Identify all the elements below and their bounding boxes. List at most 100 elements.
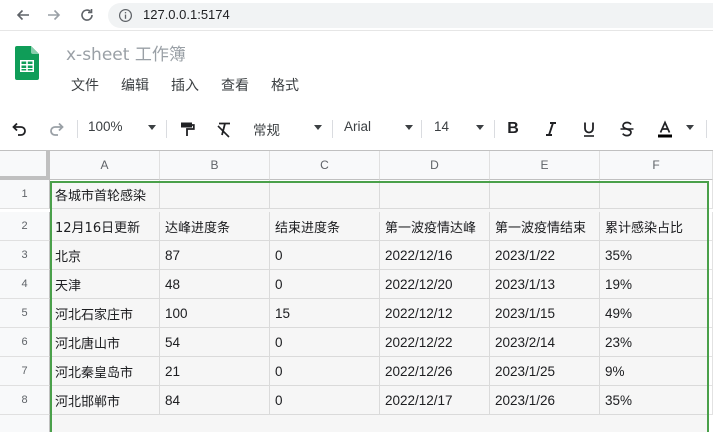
- cell[interactable]: 北京: [50, 241, 160, 270]
- row-header[interactable]: 2: [0, 212, 50, 241]
- menu-format[interactable]: 格式: [260, 72, 310, 98]
- cell[interactable]: 第一波疫情结束: [490, 212, 600, 241]
- cell[interactable]: 2023/1/22: [490, 241, 600, 270]
- cell[interactable]: 35%: [600, 241, 713, 270]
- cell[interactable]: 21: [160, 357, 270, 386]
- row-header[interactable]: 4: [0, 270, 50, 299]
- text-color-icon[interactable]: [654, 118, 676, 140]
- cell[interactable]: [490, 180, 600, 209]
- info-icon[interactable]: [118, 8, 133, 23]
- cell[interactable]: 0: [270, 357, 380, 386]
- row-header[interactable]: 7: [0, 357, 50, 386]
- cell[interactable]: 2023/2/14: [490, 328, 600, 357]
- address-bar[interactable]: 127.0.0.1:5174: [108, 3, 713, 28]
- cell[interactable]: 2022/12/12: [380, 299, 490, 328]
- menu-insert[interactable]: 插入: [160, 72, 210, 98]
- cell[interactable]: 2023/1/13: [490, 270, 600, 299]
- cell[interactable]: 0: [270, 270, 380, 299]
- spreadsheet-grid[interactable]: A B C D E F 1 各城市首轮感染 2 12月16日更新 达峰进度条 结…: [0, 150, 713, 432]
- back-arrow-icon[interactable]: [11, 4, 35, 26]
- cell[interactable]: [380, 180, 490, 209]
- zoom-chevron-down-icon[interactable]: [148, 125, 156, 130]
- font-family-select[interactable]: Arial: [344, 119, 414, 139]
- row-header[interactable]: [0, 415, 50, 432]
- cell[interactable]: 0: [270, 328, 380, 357]
- italic-icon[interactable]: [541, 118, 561, 140]
- cell[interactable]: 49%: [600, 299, 713, 328]
- clear-format-icon[interactable]: [214, 118, 234, 140]
- menu-view[interactable]: 查看: [210, 72, 260, 98]
- column-header-c[interactable]: C: [270, 151, 380, 180]
- undo-icon[interactable]: [9, 118, 29, 140]
- cell[interactable]: 48: [160, 270, 270, 299]
- font-family-value: Arial: [344, 119, 372, 134]
- table-row: 5 河北石家庄市 100 15 2022/12/12 2023/1/15 49%: [0, 299, 713, 328]
- cell[interactable]: 2022/12/17: [380, 386, 490, 415]
- cell[interactable]: 河北石家庄市: [50, 299, 160, 328]
- column-header-f[interactable]: F: [600, 151, 713, 180]
- cell[interactable]: 87: [160, 241, 270, 270]
- table-row: 3 北京 87 0 2022/12/16 2023/1/22 35%: [0, 241, 713, 270]
- cell[interactable]: 54: [160, 328, 270, 357]
- paint-format-icon[interactable]: [177, 118, 197, 140]
- cell[interactable]: 2022/12/16: [380, 241, 490, 270]
- format-chevron-down-icon[interactable]: [314, 125, 322, 130]
- cell[interactable]: 2023/1/15: [490, 299, 600, 328]
- cell[interactable]: [270, 180, 380, 209]
- cell[interactable]: 河北邯郸市: [50, 386, 160, 415]
- cell[interactable]: 23%: [600, 328, 713, 357]
- menu-file[interactable]: 文件: [60, 72, 110, 98]
- forward-arrow-icon[interactable]: [42, 4, 66, 26]
- cell[interactable]: 2023/1/26: [490, 386, 600, 415]
- cell[interactable]: 9%: [600, 357, 713, 386]
- cell[interactable]: 35%: [600, 386, 713, 415]
- column-header-b[interactable]: B: [160, 151, 270, 180]
- font-chevron-down-icon[interactable]: [405, 125, 413, 130]
- column-header-d[interactable]: D: [380, 151, 490, 180]
- cell[interactable]: 结束进度条: [270, 212, 380, 241]
- font-size-select[interactable]: 14: [434, 119, 474, 139]
- cell[interactable]: 河北秦皇岛市: [50, 357, 160, 386]
- cell[interactable]: 2023/1/25: [490, 357, 600, 386]
- bold-button[interactable]: B: [503, 118, 523, 140]
- toolbar-divider: [332, 120, 333, 138]
- cell[interactable]: 0: [270, 241, 380, 270]
- toolbar-divider: [421, 120, 422, 138]
- row-header[interactable]: 5: [0, 299, 50, 328]
- column-header-e[interactable]: E: [490, 151, 600, 180]
- table-row: 1 各城市首轮感染: [0, 180, 713, 209]
- underline-icon[interactable]: [579, 118, 599, 140]
- column-header-a[interactable]: A: [50, 151, 160, 180]
- redo-icon[interactable]: [47, 118, 67, 140]
- text-color-chevron-down-icon[interactable]: [686, 125, 694, 130]
- cell[interactable]: [160, 180, 270, 209]
- cell[interactable]: 12月16日更新: [50, 212, 160, 241]
- row-header[interactable]: 6: [0, 328, 50, 357]
- column-header-row: A B C D E F: [0, 151, 713, 180]
- cell[interactable]: 2022/12/22: [380, 328, 490, 357]
- strikethrough-icon[interactable]: [617, 118, 637, 140]
- row-header[interactable]: 3: [0, 241, 50, 270]
- cell[interactable]: 2022/12/26: [380, 357, 490, 386]
- cell[interactable]: 第一波疫情达峰: [380, 212, 490, 241]
- cell[interactable]: 河北唐山市: [50, 328, 160, 357]
- reload-icon[interactable]: [75, 4, 99, 26]
- cell[interactable]: 15: [270, 299, 380, 328]
- number-format-select[interactable]: 常规: [253, 119, 323, 139]
- row-header[interactable]: 1: [0, 180, 50, 209]
- cell[interactable]: 达峰进度条: [160, 212, 270, 241]
- cell[interactable]: 累计感染占比: [600, 212, 713, 241]
- cell[interactable]: 2022/12/20: [380, 270, 490, 299]
- select-all-corner[interactable]: [0, 151, 50, 180]
- document-title[interactable]: x-sheet 工作簿: [66, 40, 186, 65]
- cell[interactable]: 100: [160, 299, 270, 328]
- cell[interactable]: 19%: [600, 270, 713, 299]
- menu-edit[interactable]: 编辑: [110, 72, 160, 98]
- cell[interactable]: 84: [160, 386, 270, 415]
- font-size-chevron-down-icon[interactable]: [476, 125, 484, 130]
- cell[interactable]: 0: [270, 386, 380, 415]
- cell[interactable]: [600, 180, 713, 209]
- cell[interactable]: 各城市首轮感染: [50, 180, 160, 209]
- cell[interactable]: 天津: [50, 270, 160, 299]
- row-header[interactable]: 8: [0, 386, 50, 415]
